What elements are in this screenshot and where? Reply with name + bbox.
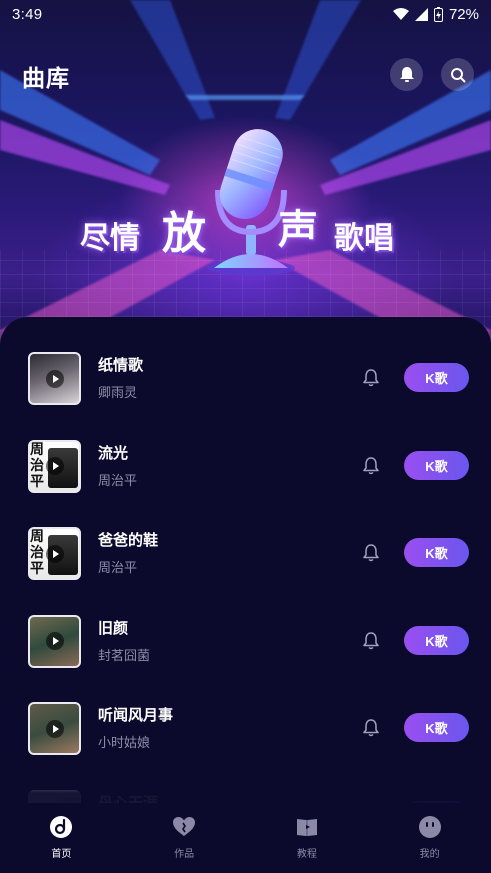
song-title: 流光 [98, 443, 129, 462]
search-button[interactable] [441, 58, 474, 91]
song-row[interactable]: 旧颜封茗囧菌 K歌 [0, 614, 491, 702]
page-title: 曲库 [22, 66, 70, 92]
song-artist: 卿雨灵 [98, 386, 138, 401]
sing-button[interactable]: K歌 [404, 625, 469, 655]
notification-button[interactable] [390, 58, 423, 91]
play-icon[interactable] [45, 544, 64, 563]
battery-percent: 72% [448, 5, 479, 23]
song-row[interactable]: 周治平 流光 周治平 K歌 [0, 439, 491, 527]
song-cover[interactable] [28, 614, 81, 668]
play-icon[interactable] [45, 632, 64, 650]
play-icon[interactable] [45, 369, 64, 388]
song-artist: 封茗囧菌 [98, 648, 151, 664]
nav-tutorial[interactable]: 教程 [246, 803, 369, 873]
song-row[interactable]: 纸情歌卿雨灵 K歌 [0, 352, 491, 439]
banner-slogan: 尽情 放 声 歌唱 [80, 195, 420, 259]
bell-icon [399, 67, 414, 82]
song-cover[interactable] [28, 352, 81, 405]
song-cover[interactable]: 周治平 [28, 439, 81, 493]
song-list-panel[interactable]: 纸情歌 卿雨灵 K歌 周治平 流光 周治平 K歌 周治平 爸爸的鞋 周治平 K歌 旧颜 封茗囧菌 K歌 听闻… [0, 317, 491, 803]
cover-text: 周治平 [30, 441, 44, 490]
song-artist: 周治平 [98, 561, 138, 576]
slogan-part-3: 声 [278, 207, 318, 253]
sing-button[interactable]: K歌 [404, 450, 469, 480]
song-title: 旧颜 [98, 618, 129, 637]
heart-icon [173, 817, 196, 836]
nav-mine[interactable]: 我的 [368, 803, 491, 873]
song-cover[interactable] [28, 702, 81, 755]
play-icon[interactable] [45, 457, 64, 475]
signal-icon [414, 7, 428, 21]
nav-works-label: 作品 [174, 849, 195, 860]
search-icon [450, 67, 465, 82]
sing-button[interactable]: K歌 [404, 538, 469, 567]
song-artist: 小时姑娘 [98, 736, 151, 751]
sing-button[interactable]: K歌 [404, 363, 469, 392]
slogan-part-1: 尽情 [80, 221, 140, 256]
cover-text: 周治平 [30, 529, 44, 577]
song-artist: 周治平 [98, 473, 138, 489]
status-bar: 3:49 72% [0, 0, 491, 28]
song-title: 纸情歌 [98, 356, 144, 374]
face-icon [418, 816, 441, 838]
nav-home-label: 首页 [51, 849, 72, 860]
bell-icon[interactable] [361, 718, 381, 738]
song-title: 爸爸的鞋 [98, 531, 159, 549]
sing-button[interactable]: K歌 [404, 713, 469, 742]
nav-home[interactable]: 首页 [0, 803, 123, 873]
nav-works[interactable]: 作品 [123, 803, 246, 873]
hero-banner[interactable]: 尽情 放 声 歌唱 3:49 72% 曲库 [0, 0, 491, 345]
song-cover[interactable]: 周治平 [28, 527, 81, 580]
nav-mine-label: 我的 [419, 849, 440, 860]
home-disc-icon [50, 816, 73, 838]
wifi-icon [392, 7, 409, 20]
list-fade [0, 765, 491, 805]
bottom-nav: 首页 作品 教程 我的 [0, 803, 491, 873]
song-title: 听闻风月事 [98, 706, 174, 724]
status-time: 3:49 [12, 5, 43, 23]
book-icon [296, 819, 317, 836]
nav-tutorial-label: 教程 [296, 849, 317, 860]
bell-icon[interactable] [361, 368, 381, 388]
play-icon[interactable] [45, 719, 64, 738]
app-bar: 曲库 [0, 52, 491, 96]
bell-icon[interactable] [361, 631, 381, 651]
slogan-part-2: 放 [162, 208, 206, 259]
battery-icon [433, 6, 443, 22]
bell-icon[interactable] [361, 456, 381, 476]
song-row[interactable]: 周治平 爸爸的鞋 周治平 K歌 [0, 527, 491, 614]
bell-icon[interactable] [361, 543, 381, 563]
slogan-part-4: 歌唱 [334, 221, 394, 256]
